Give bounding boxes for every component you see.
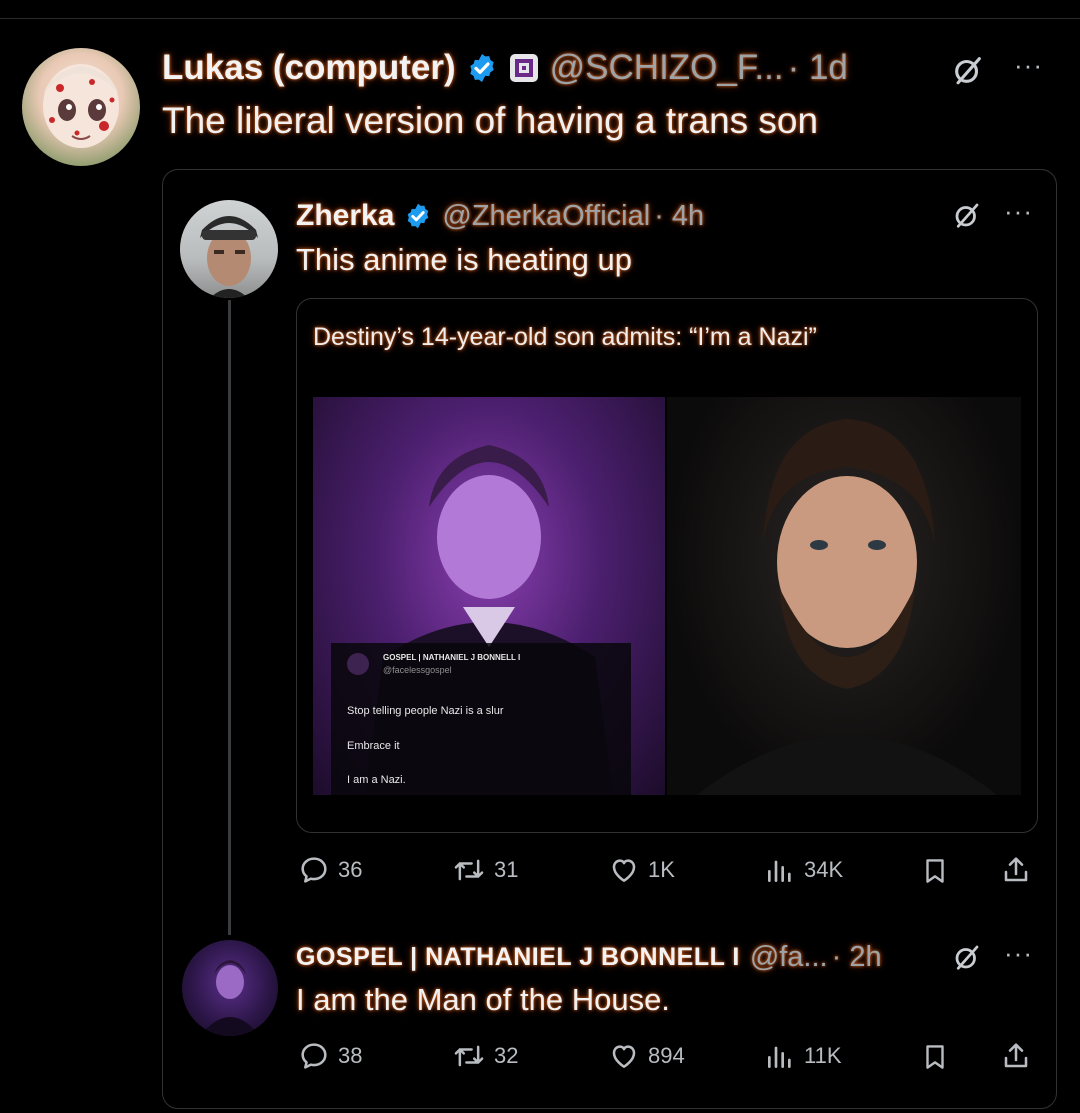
- reply-post-header: GOSPEL | NATHANIEL J BONNELL I @fa... · …: [296, 936, 882, 978]
- repost-icon: [454, 1045, 484, 1067]
- reply-post-text: I am the Man of the House.: [296, 982, 670, 1017]
- grok-slash-icon[interactable]: [950, 940, 984, 974]
- affiliate-badge-icon: [509, 54, 538, 82]
- reply-count: 36: [338, 857, 363, 882]
- main-author-name[interactable]: Lukas (computer): [162, 48, 456, 88]
- article-headline: Destiny’s 14-year-old son admits: “I’m a…: [313, 323, 817, 351]
- heart-icon: [612, 859, 636, 882]
- grok-slash-icon[interactable]: [950, 198, 984, 232]
- views-count: 11K: [804, 1043, 842, 1068]
- reply-icon: [301, 857, 327, 883]
- overlay-handle: @facelessgospel: [383, 665, 452, 675]
- quoted-author-avatar[interactable]: [180, 200, 278, 298]
- bookmark-icon: [926, 859, 944, 883]
- quoted-post-header: Zherka @ZherkaOfficial · 4h: [296, 194, 704, 238]
- person-photo-icon: [697, 419, 997, 795]
- repost-button[interactable]: 32: [452, 1040, 518, 1072]
- overlay-line-3: I am a Nazi.: [347, 774, 406, 786]
- reply-author-avatar[interactable]: [182, 940, 278, 1036]
- like-count: 894: [648, 1043, 685, 1068]
- overlay-avatar: [347, 653, 369, 675]
- bookmark-button[interactable]: [918, 1040, 952, 1074]
- main-post-header: Lukas (computer) @SCHIZO_F... · 1d: [162, 44, 848, 92]
- like-button[interactable]: 894: [608, 1040, 685, 1072]
- views-chart-icon: [768, 1046, 791, 1068]
- thread-connector: [228, 300, 231, 935]
- share-button[interactable]: [998, 1038, 1034, 1074]
- reply-button[interactable]: 36: [298, 854, 362, 886]
- repost-count: 31: [494, 857, 519, 882]
- person-photo-icon: [200, 960, 260, 1036]
- verified-badge-icon: [408, 203, 429, 229]
- bookmark-icon: [926, 1045, 944, 1069]
- like-count: 1K: [648, 857, 675, 882]
- person-photo-icon: [200, 216, 258, 298]
- verified-badge-icon: [469, 54, 494, 82]
- more-options-icon[interactable]: ···: [1004, 940, 1033, 966]
- father-photo: [667, 397, 1021, 795]
- main-author-avatar[interactable]: [22, 48, 140, 166]
- main-post-time[interactable]: · 1d: [788, 48, 848, 88]
- quoted-post-text: This anime is heating up: [296, 242, 633, 277]
- quoted-tweet-screenshot: GOSPEL | NATHANIEL J BONNELL I @faceless…: [331, 643, 631, 795]
- reply-count: 38: [338, 1043, 363, 1068]
- embedded-article-card[interactable]: Destiny’s 14-year-old son admits: “I’m a…: [296, 298, 1038, 833]
- more-options-icon[interactable]: ···: [1014, 52, 1043, 78]
- main-post-text: The liberal version of having a trans so…: [162, 100, 819, 141]
- reply-button[interactable]: 38: [298, 1040, 362, 1072]
- views-button[interactable]: 11K: [764, 1040, 842, 1072]
- share-button[interactable]: [998, 852, 1034, 888]
- grok-slash-icon[interactable]: [948, 50, 988, 90]
- repost-button[interactable]: 31: [452, 854, 518, 886]
- share-icon: [1004, 1043, 1028, 1068]
- views-count: 34K: [804, 857, 844, 882]
- overlay-author-name: GOSPEL | NATHANIEL J BONNELL I: [383, 653, 521, 662]
- reply-author-handle[interactable]: @fa...: [750, 941, 828, 974]
- share-icon: [1004, 857, 1028, 882]
- like-button[interactable]: 1K: [608, 854, 675, 886]
- reply-author-name[interactable]: GOSPEL | NATHANIEL J BONNELL I: [296, 943, 740, 972]
- more-options-icon[interactable]: ···: [1004, 198, 1033, 224]
- overlay-line-2: Embrace it: [347, 740, 400, 752]
- repost-count: 32: [494, 1043, 519, 1068]
- reply-icon: [301, 1043, 327, 1069]
- anime-avatar-icon: [43, 64, 119, 148]
- reply-post-time[interactable]: · 2h: [832, 941, 882, 974]
- bookmark-button[interactable]: [918, 854, 952, 888]
- views-button[interactable]: 34K: [764, 854, 843, 886]
- overlay-line-1: Stop telling people Nazi is a slur: [347, 705, 504, 717]
- main-author-handle[interactable]: @SCHIZO_F...: [550, 48, 784, 88]
- views-chart-icon: [768, 860, 791, 882]
- top-divider: [0, 18, 1080, 19]
- quoted-post-time[interactable]: · 4h: [654, 200, 704, 233]
- repost-icon: [454, 859, 484, 881]
- quoted-author-handle[interactable]: @ZherkaOfficial: [442, 200, 650, 233]
- quoted-author-name[interactable]: Zherka: [296, 199, 394, 233]
- heart-icon: [612, 1045, 636, 1068]
